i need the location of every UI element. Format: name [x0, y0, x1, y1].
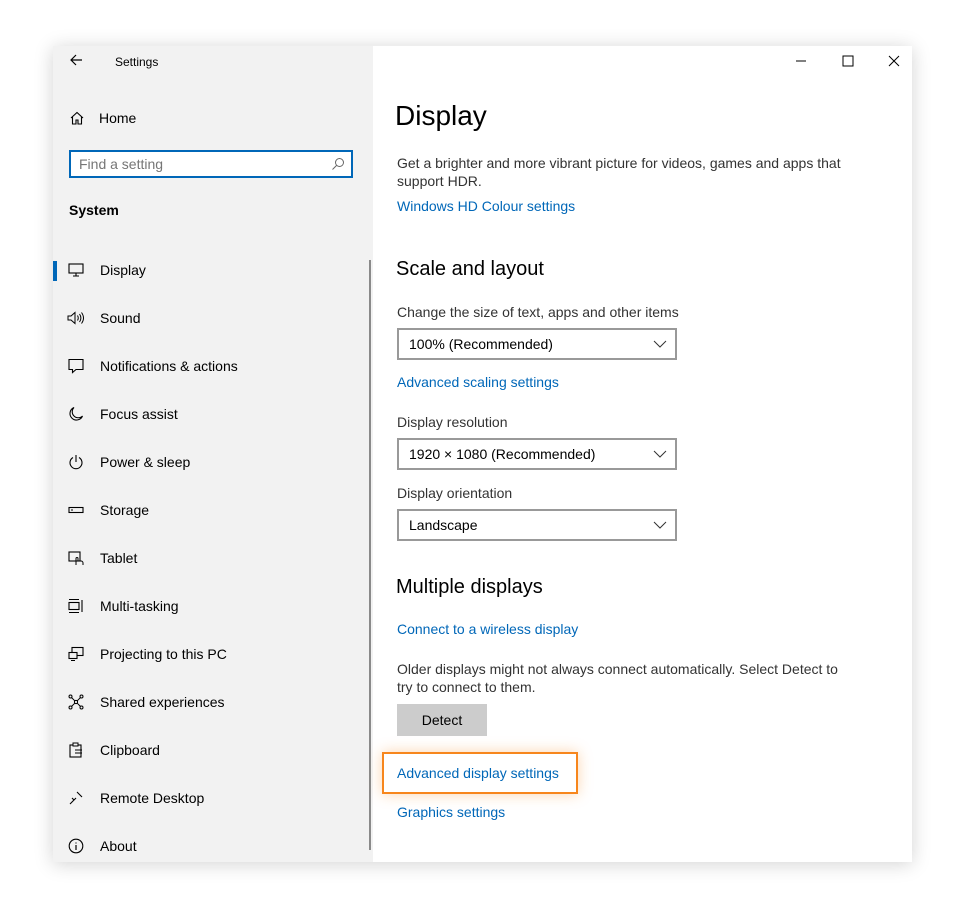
sidebar-item-storage[interactable]: Storage	[53, 490, 373, 530]
orientation-value: Landscape	[409, 517, 478, 533]
detect-description: Older displays might not always connect …	[397, 661, 838, 695]
chevron-down-icon	[653, 448, 667, 460]
home-icon	[69, 110, 85, 126]
page-title: Display	[395, 100, 487, 131]
sidebar-item-clipboard[interactable]: Clipboard	[53, 730, 373, 770]
sidebar-item-label: Clipboard	[100, 742, 160, 758]
close-button[interactable]	[871, 52, 912, 70]
section-heading-system: System	[69, 202, 119, 218]
search-input[interactable]	[71, 152, 329, 176]
sidebar-item-label: Shared experiences	[100, 694, 225, 710]
shared-icon	[67, 693, 85, 711]
sidebar-item-label: Projecting to this PC	[100, 646, 227, 662]
tablet-icon	[67, 549, 85, 567]
search-box[interactable]	[69, 150, 353, 178]
chevron-down-icon	[653, 338, 667, 350]
sidebar-item-remote-desktop[interactable]: Remote Desktop	[53, 778, 373, 818]
sidebar: Settings Home System Display Sound	[53, 46, 373, 862]
sidebar-item-label: Sound	[100, 310, 141, 326]
wireless-display-link[interactable]: Connect to a wireless display	[397, 621, 578, 637]
sidebar-item-label: Multi-tasking	[100, 598, 179, 614]
sidebar-item-focus-assist[interactable]: Focus assist	[53, 394, 373, 434]
main-content: Display Get a brighter and more vibrant …	[369, 46, 912, 862]
projecting-icon	[67, 645, 85, 663]
chevron-down-icon	[653, 519, 667, 531]
scale-label: Change the size of text, apps and other …	[397, 304, 679, 320]
minimize-button[interactable]	[778, 52, 824, 70]
multiple-displays-heading: Multiple displays	[396, 576, 543, 598]
sidebar-item-label: Remote Desktop	[100, 790, 205, 806]
minimize-icon	[795, 60, 807, 62]
clipboard-icon	[67, 741, 85, 759]
advanced-scaling-link[interactable]: Advanced scaling settings	[397, 374, 559, 390]
advanced-display-settings-link[interactable]: Advanced display settings	[397, 765, 559, 781]
sidebar-item-label: Focus assist	[100, 406, 178, 422]
settings-window: Settings Home System Display Sound	[53, 46, 912, 862]
remote-desktop-icon	[67, 789, 85, 807]
sidebar-item-power-sleep[interactable]: Power & sleep	[53, 442, 373, 482]
scrollbar[interactable]	[369, 260, 371, 850]
sidebar-item-notifications[interactable]: Notifications & actions	[53, 346, 373, 386]
sidebar-item-display[interactable]: Display	[53, 250, 373, 290]
window-title: Settings	[115, 55, 159, 69]
sidebar-item-label: Tablet	[100, 550, 138, 566]
notification-icon	[67, 357, 85, 375]
moon-icon	[67, 405, 85, 423]
sidebar-item-shared-experiences[interactable]: Shared experiences	[53, 682, 373, 722]
sidebar-item-sound[interactable]: Sound	[53, 298, 373, 338]
maximize-button[interactable]	[825, 52, 871, 70]
graphics-settings-link[interactable]: Graphics settings	[397, 804, 505, 820]
sidebar-item-multitasking[interactable]: Multi-tasking	[53, 586, 373, 626]
monitor-icon	[67, 261, 85, 279]
power-icon	[67, 453, 85, 471]
scale-value: 100% (Recommended)	[409, 336, 553, 352]
sidebar-item-label: Storage	[100, 502, 150, 518]
sidebar-item-projecting[interactable]: Projecting to this PC	[53, 634, 373, 674]
sidebar-item-label: Notifications & actions	[100, 358, 238, 374]
multitasking-icon	[67, 597, 85, 615]
search-icon[interactable]	[331, 157, 345, 171]
scale-dropdown[interactable]: 100% (Recommended)	[397, 328, 677, 360]
windows-hd-colour-link[interactable]: Windows HD Colour settings	[397, 198, 575, 214]
sidebar-item-about[interactable]: About	[53, 826, 373, 862]
back-arrow-icon[interactable]	[69, 52, 83, 68]
orientation-dropdown[interactable]: Landscape	[397, 509, 677, 541]
resolution-value: 1920 × 1080 (Recommended)	[409, 446, 596, 462]
orientation-label: Display orientation	[397, 485, 513, 501]
home-nav-item[interactable]: Home	[69, 106, 136, 130]
scale-layout-heading: Scale and layout	[396, 258, 544, 280]
maximize-icon	[842, 55, 854, 67]
sidebar-item-label: Power & sleep	[100, 454, 191, 470]
sidebar-item-label: About	[100, 838, 137, 854]
close-icon	[888, 55, 900, 67]
hdr-description: Get a brighter and more vibrant picture …	[397, 155, 841, 189]
sidebar-item-label: Display	[100, 262, 146, 278]
storage-icon	[67, 501, 85, 519]
sidebar-item-tablet[interactable]: Tablet	[53, 538, 373, 578]
home-label: Home	[99, 110, 137, 126]
resolution-dropdown[interactable]: 1920 × 1080 (Recommended)	[397, 438, 677, 470]
info-icon	[67, 837, 85, 855]
speaker-icon	[67, 309, 85, 327]
detect-button[interactable]: Detect	[397, 704, 487, 736]
resolution-label: Display resolution	[397, 414, 508, 430]
